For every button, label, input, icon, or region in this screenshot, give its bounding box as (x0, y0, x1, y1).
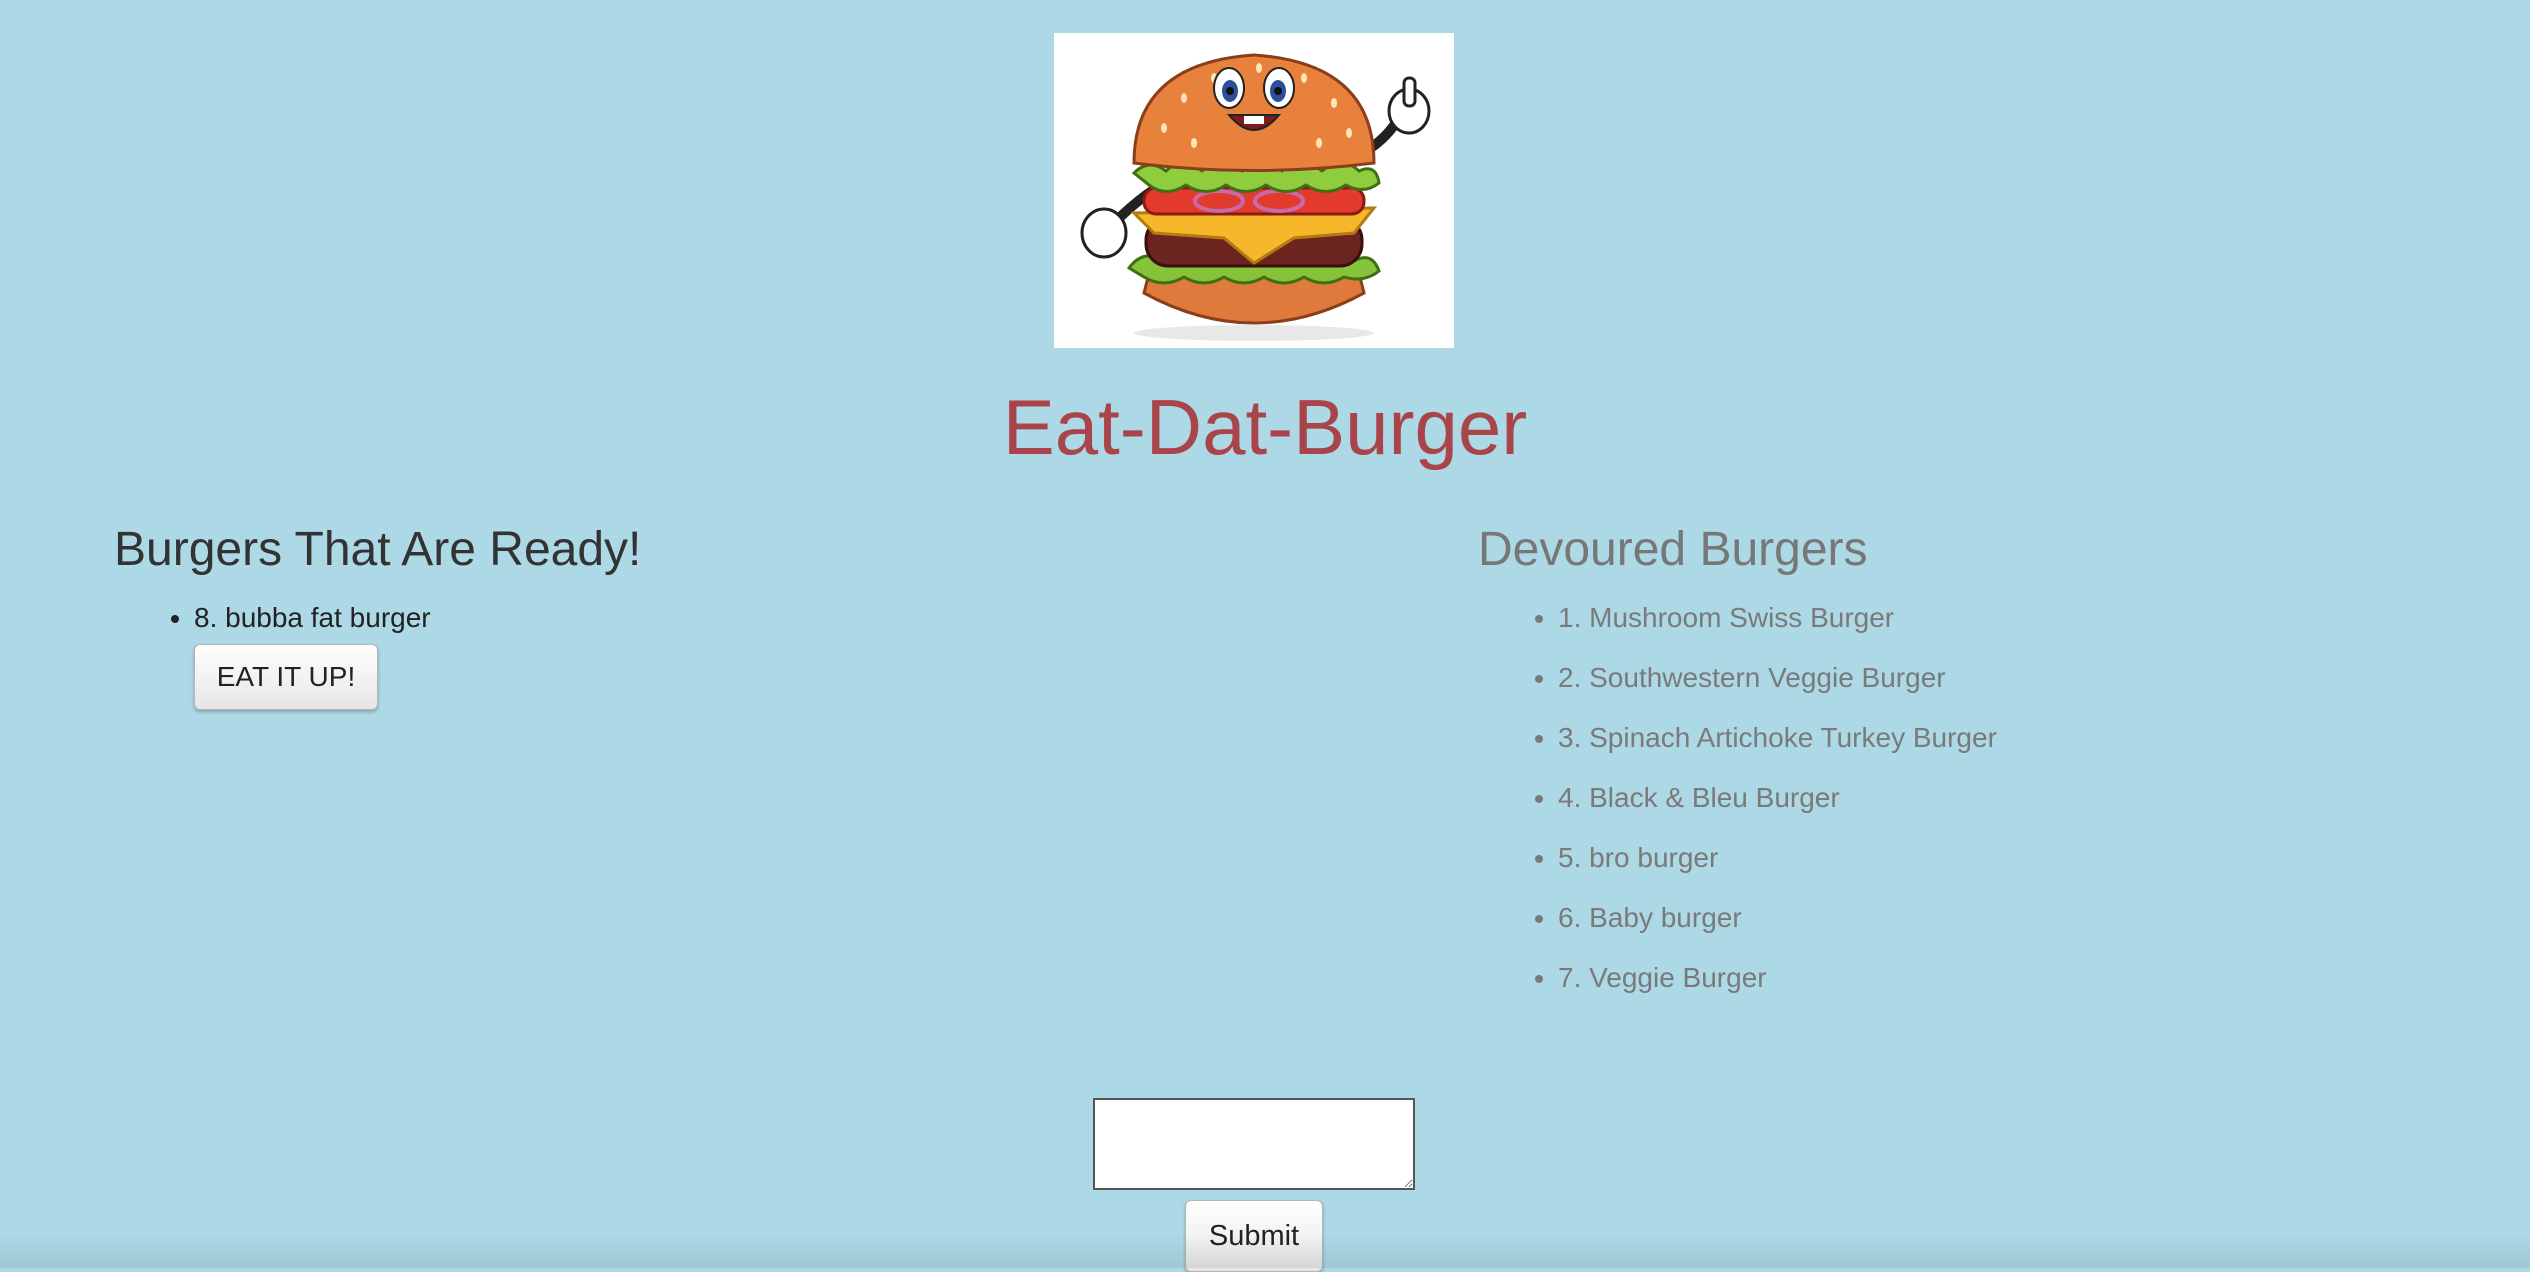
eat-it-up-button[interactable]: EAT IT UP! (194, 644, 378, 710)
submit-button[interactable]: Submit (1185, 1200, 1323, 1272)
devoured-burger-item: 7. Veggie Burger (1558, 958, 1997, 1018)
devoured-burger-item: 4. Black & Bleu Burger (1558, 778, 1997, 838)
burger-logo (1054, 33, 1454, 348)
ready-burgers-heading: Burgers That Are Ready! (114, 523, 642, 576)
ready-burger-item: 8. bubba fat burger EAT IT UP! (194, 598, 431, 710)
page-title: Eat-Dat-Burger (1002, 383, 1528, 471)
devoured-burger-item: 2. Southwestern Veggie Burger (1558, 658, 1997, 718)
burger-mascot-icon (1080, 53, 1431, 341)
ready-burger-list: 8. bubba fat burger EAT IT UP! (114, 598, 431, 710)
devoured-burger-item: 5. bro burger (1558, 838, 1997, 898)
devoured-burger-item: 3. Spinach Artichoke Turkey Burger (1558, 718, 1997, 778)
ready-burger-label: 8. bubba fat burger (194, 602, 431, 633)
burger-name-input[interactable] (1093, 1098, 1415, 1190)
devoured-burger-item: 6. Baby burger (1558, 898, 1997, 958)
devoured-burgers-heading: Devoured Burgers (1478, 523, 1868, 576)
devoured-burger-list: 1. Mushroom Swiss Burger 2. Southwestern… (1478, 598, 1997, 1018)
devoured-burger-item: 1. Mushroom Swiss Burger (1558, 598, 1997, 658)
